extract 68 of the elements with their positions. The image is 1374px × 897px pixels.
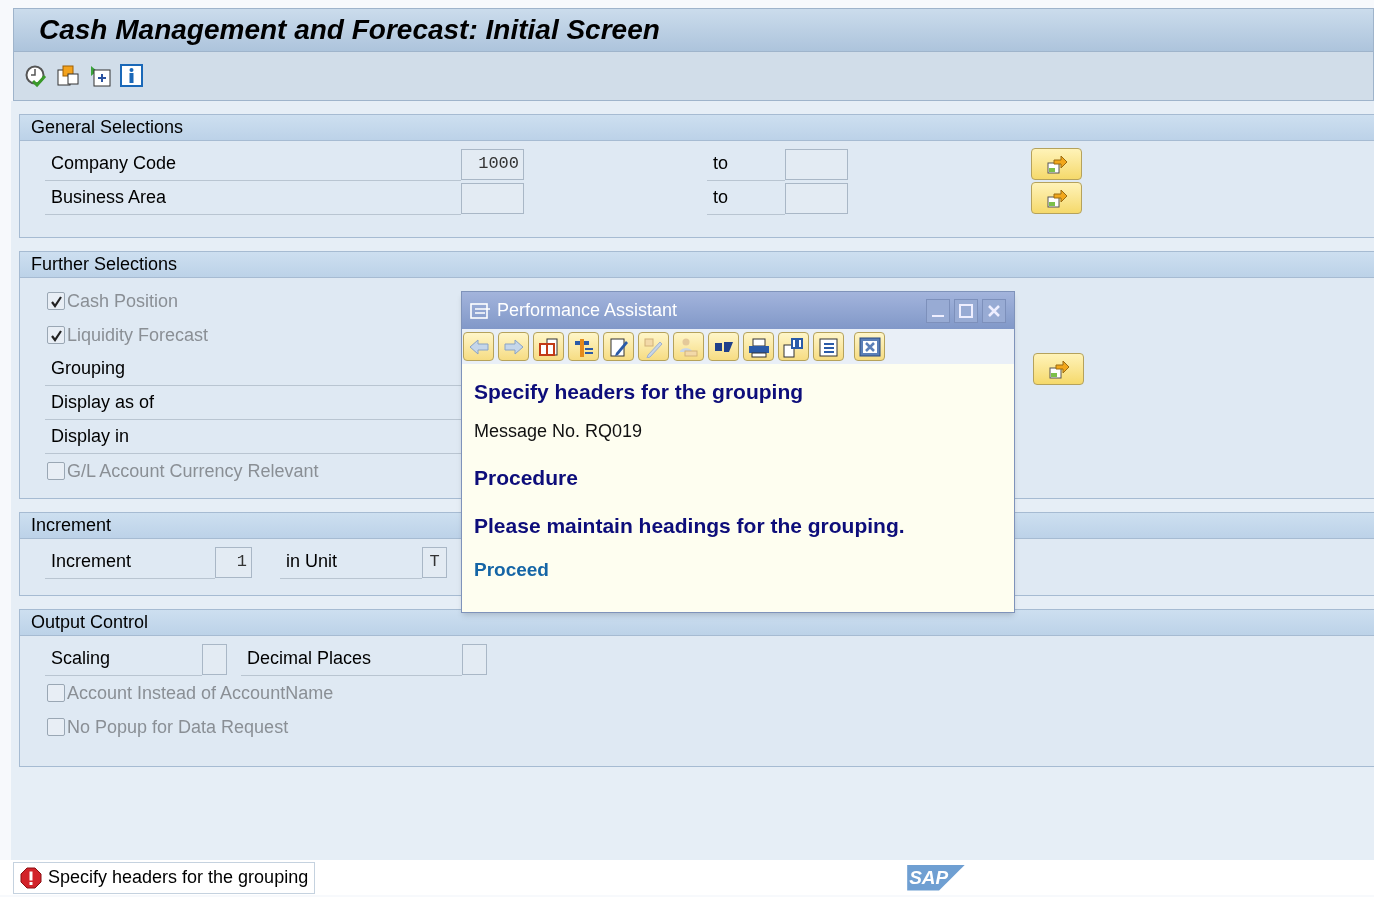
- sap-logo: SAP: [907, 864, 966, 891]
- close-button[interactable]: [982, 298, 1006, 323]
- multiple-selection-button[interactable]: [1031, 182, 1082, 214]
- close-box-icon: [857, 335, 882, 358]
- field-label: Company Code: [45, 147, 461, 181]
- input-field[interactable]: [462, 643, 487, 675]
- group-box-title: General Selections: [31, 116, 184, 139]
- section-heading: Procedure: [474, 465, 579, 491]
- checkbox-label: Account Instead of AccountName: [67, 681, 334, 705]
- info-icon: [120, 64, 144, 88]
- field-label: Display as of: [45, 386, 461, 420]
- message-number: Message No. RQ019: [474, 420, 644, 443]
- group-box-title: Increment: [31, 514, 112, 537]
- status-text: Specify headers for the grouping: [48, 866, 309, 889]
- input-field[interactable]: 1000: [461, 148, 524, 180]
- group-box-title: Output Control: [31, 611, 149, 634]
- tools-button[interactable]: [568, 332, 599, 361]
- clock-check-icon: [24, 64, 48, 88]
- error-icon: [20, 866, 42, 889]
- field-label: Business Area: [45, 181, 461, 215]
- field-label: Grouping: [45, 352, 461, 386]
- checkbox-label: Liquidity Forecast: [67, 323, 209, 347]
- page-plus-icon: [88, 64, 112, 88]
- dialog-title: Performance Assistant: [497, 299, 678, 322]
- message-heading: Specify headers for the grouping: [474, 379, 805, 405]
- execute-button[interactable]: [24, 64, 48, 88]
- window-title: Cash Management and Forecast: Initial Screen: [39, 13, 660, 47]
- proceed-link[interactable]: Proceed: [474, 556, 549, 585]
- checkbox-label: No Popup for Data Request: [67, 715, 289, 739]
- procedure-text: Please maintain headings for the grouping.: [474, 513, 906, 539]
- input-field[interactable]: [461, 182, 524, 214]
- maximize-button[interactable]: [954, 298, 978, 323]
- layout-button[interactable]: [708, 332, 739, 361]
- minimize-button[interactable]: [926, 298, 950, 323]
- checkbox-label: G/L Account Currency Relevant: [67, 459, 319, 483]
- forward-button[interactable]: [498, 332, 529, 361]
- edit-button[interactable]: [603, 332, 634, 361]
- field-label: Display in: [45, 420, 461, 454]
- input-field[interactable]: 1: [215, 546, 252, 578]
- multiple-selection-icon: [1045, 154, 1068, 174]
- multiple-selection-icon: [1047, 359, 1070, 379]
- input-field[interactable]: T: [422, 546, 447, 578]
- input-field[interactable]: [785, 148, 848, 180]
- info-button[interactable]: [120, 64, 144, 88]
- dialog-icon: [470, 301, 492, 320]
- multiple-selection-button[interactable]: [1033, 353, 1084, 385]
- book-button[interactable]: [533, 332, 564, 361]
- minimize-icon: [932, 314, 944, 317]
- add-button[interactable]: [88, 64, 112, 88]
- maximize-icon: [959, 303, 973, 318]
- book-icon: [536, 335, 561, 358]
- close-icon: [988, 304, 1000, 317]
- printer-icon: [746, 335, 771, 358]
- document-list-icon: [816, 335, 841, 358]
- print-button[interactable]: [743, 332, 774, 361]
- group-box-title: Further Selections: [31, 253, 178, 276]
- list-button[interactable]: [813, 332, 844, 361]
- back-button[interactable]: [463, 332, 494, 361]
- stacked-pages-icon: [56, 64, 80, 88]
- multiple-selection-button[interactable]: [1031, 148, 1082, 180]
- input-field[interactable]: [785, 182, 848, 214]
- exit-button[interactable]: [854, 332, 885, 361]
- input-field[interactable]: [202, 643, 227, 675]
- copy-button[interactable]: [56, 64, 80, 88]
- multiple-selection-icon: [1045, 188, 1068, 208]
- checkbox-label: Cash Position: [67, 289, 179, 313]
- find-button[interactable]: [778, 332, 809, 361]
- binoculars-icon: [781, 335, 806, 358]
